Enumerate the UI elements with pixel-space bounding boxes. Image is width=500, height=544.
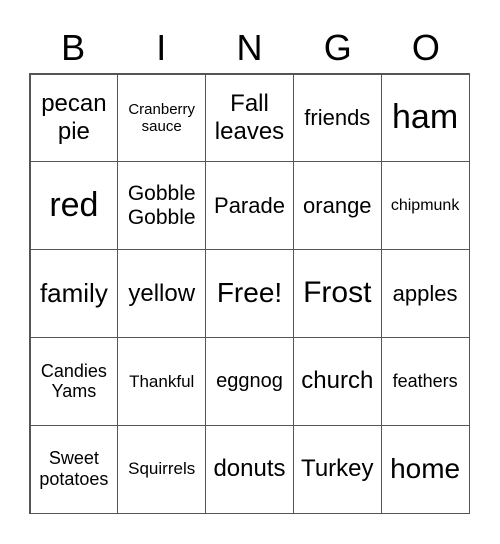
bingo-cell[interactable]: feathers	[380, 336, 470, 426]
bingo-cell[interactable]: ham	[380, 73, 470, 163]
bingo-cell[interactable]: Gobble Gobble	[117, 161, 207, 251]
bingo-cell[interactable]: orange	[292, 161, 382, 251]
bingo-cell[interactable]: Turkey	[292, 424, 382, 514]
bingo-cell[interactable]: friends	[292, 73, 382, 163]
header-letter-i: I	[156, 27, 167, 68]
bingo-cell[interactable]: pecan pie	[29, 73, 119, 163]
bingo-cell[interactable]: Squirrels	[117, 424, 207, 514]
bingo-cell[interactable]: Sweet potatoes	[29, 424, 119, 514]
header-letter-g: G	[323, 27, 352, 68]
bingo-cell[interactable]: family	[29, 249, 119, 338]
bingo-cell[interactable]: red	[29, 161, 119, 251]
bingo-cell[interactable]: apples	[380, 249, 470, 338]
bingo-grid: pecan pie Cranberry sauce Fall leaves fr…	[29, 73, 470, 514]
bingo-cell[interactable]: Thankful	[117, 336, 207, 426]
bingo-cell[interactable]: eggnog	[205, 336, 294, 426]
bingo-cell[interactable]: yellow	[117, 249, 207, 338]
bingo-cell[interactable]: Candies Yams	[29, 336, 119, 426]
header-letter-n: N	[236, 27, 263, 68]
header-letter-b: B	[61, 27, 86, 68]
bingo-cell[interactable]: chipmunk	[380, 161, 470, 251]
bingo-cell[interactable]: Cranberry sauce	[117, 73, 207, 163]
bingo-header: B I N G O	[29, 26, 470, 70]
bingo-cell[interactable]: Parade	[205, 161, 294, 251]
bingo-cell[interactable]: donuts	[205, 424, 294, 514]
free-space-cell[interactable]: Free!	[205, 249, 294, 338]
bingo-cell[interactable]: Fall leaves	[205, 73, 294, 163]
bingo-cell[interactable]: home	[380, 424, 470, 514]
header-letter-o: O	[411, 27, 440, 68]
bingo-cell[interactable]: church	[292, 336, 382, 426]
bingo-cell[interactable]: Frost	[292, 249, 382, 338]
